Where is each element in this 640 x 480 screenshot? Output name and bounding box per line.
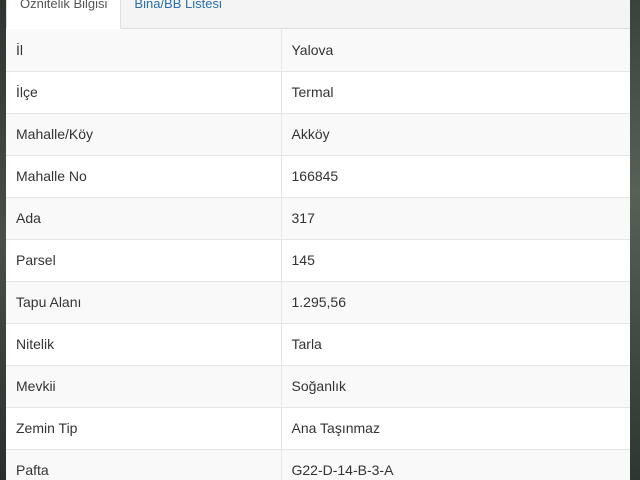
- attribute-table: İl Yalova İlçe Termal Mahalle/Köy Akköy …: [6, 29, 630, 480]
- row-key: Mahalle/Köy: [6, 113, 282, 156]
- table-row: İlçe Termal: [6, 71, 630, 114]
- table-row: Parsel 145: [6, 239, 630, 282]
- tab-bar: Öznitelik Bilgisi Bina/BB Listesi: [6, 0, 630, 29]
- table-row: Nitelik Tarla: [6, 323, 630, 366]
- table-row: İl Yalova: [6, 29, 630, 72]
- table-row: Ada 317: [6, 197, 630, 240]
- table-row: Tapu Alanı 1.295,56: [6, 281, 630, 324]
- row-key: Ada: [6, 197, 282, 240]
- table-row: Zemin Tip Ana Taşınmaz: [6, 407, 630, 450]
- table-row: Pafta G22-D-14-B-3-A: [6, 449, 630, 480]
- row-key: Zemin Tip: [6, 407, 282, 450]
- row-value: 166845: [281, 155, 630, 198]
- tab-attribute-info-label: Öznitelik Bilgisi: [20, 0, 108, 11]
- row-value: 317: [281, 197, 630, 240]
- row-key: İl: [6, 29, 282, 72]
- row-value: Termal: [281, 71, 630, 114]
- row-value: Ana Taşınmaz: [281, 407, 630, 450]
- row-value: 145: [281, 239, 630, 282]
- tab-building-list-label: Bina/BB Listesi: [134, 0, 222, 11]
- row-key: İlçe: [6, 71, 282, 114]
- row-key: Mahalle No: [6, 155, 282, 198]
- tab-building-list[interactable]: Bina/BB Listesi: [121, 0, 234, 28]
- row-key: Mevkii: [6, 365, 282, 408]
- row-value: Soğanlık: [281, 365, 630, 408]
- row-key: Pafta: [6, 449, 282, 480]
- row-value: 1.295,56: [281, 281, 630, 324]
- table-row: Mevkii Soğanlık: [6, 365, 630, 408]
- tab-attribute-info[interactable]: Öznitelik Bilgisi: [6, 0, 122, 29]
- row-key: Nitelik: [6, 323, 282, 366]
- row-value: G22-D-14-B-3-A: [281, 449, 630, 480]
- row-value: Tarla: [281, 323, 630, 366]
- table-row: Mahalle No 166845: [6, 155, 630, 198]
- attribute-info-panel: Öznitelik Bilgisi Bina/BB Listesi İl Yal…: [6, 0, 630, 480]
- row-key: Tapu Alanı: [6, 281, 282, 324]
- map-background-right: [630, 0, 640, 480]
- row-key: Parsel: [6, 239, 282, 282]
- table-row: Mahalle/Köy Akköy: [6, 113, 630, 156]
- row-value: Akköy: [281, 113, 630, 156]
- row-value: Yalova: [281, 29, 630, 72]
